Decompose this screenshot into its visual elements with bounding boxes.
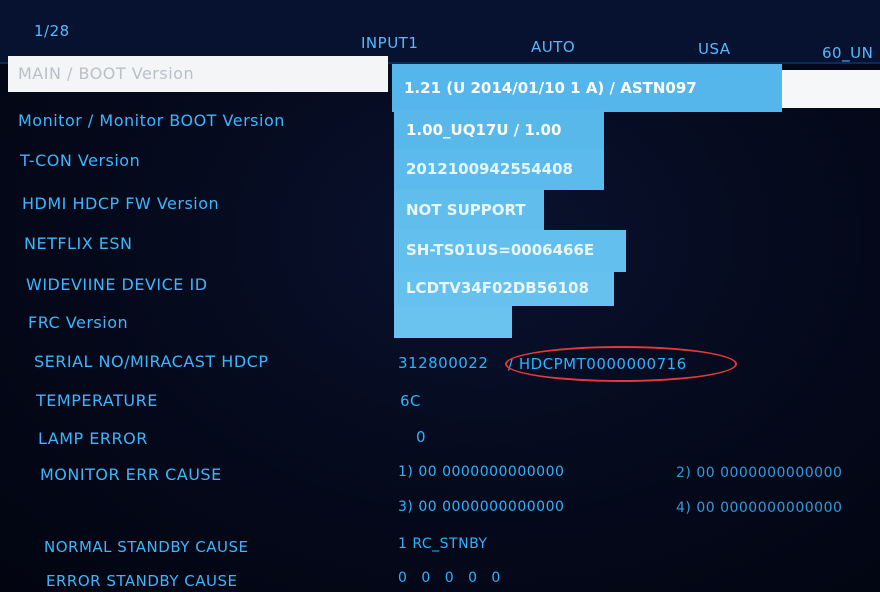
monitor-boot-value: 1.00_UQ17U / 1.00 [406, 121, 562, 139]
picture-mode: AUTO [531, 38, 576, 56]
service-menu-screen: 1/28 INPUT1 AUTO USA 60_UN MAIN / BOOT V… [0, 0, 880, 592]
page-indicator: 1/28 [34, 22, 70, 40]
temperature-label[interactable]: TEMPERATURE [36, 391, 158, 410]
widevine-value: LCDTV34F02DB56108 [406, 279, 589, 297]
selection-bar-right [782, 70, 880, 108]
lamp-error-value: 0 [416, 428, 427, 446]
hdcp-highlight-annotation [505, 346, 737, 382]
error-standby-label[interactable]: ERROR STANDBY CAUSE [46, 572, 238, 590]
normal-standby-label[interactable]: NORMAL STANDBY CAUSE [44, 538, 248, 556]
netflix-label[interactable]: NETFLIX ESN [24, 234, 132, 253]
monitor-boot-label[interactable]: Monitor / Monitor BOOT Version [18, 111, 285, 130]
main-boot-value: 1.21 (U 2014/01/10 1 A) / ASTN097 [404, 79, 697, 97]
tcon-label[interactable]: T-CON Version [20, 151, 140, 170]
monitor-err-label[interactable]: MONITOR ERR CAUSE [40, 465, 222, 484]
netflix-value: SH-TS01US=0006466E [406, 241, 595, 259]
monitor-err-1: 1) 00 0000000000000 [398, 464, 565, 480]
temperature-value: 6C [400, 392, 422, 410]
monitor-err-4: 4) 00 0000000000000 [676, 500, 843, 516]
model-name: 60_UN [822, 44, 874, 62]
main-boot-label: MAIN / BOOT Version [18, 64, 195, 83]
lamp-error-label[interactable]: LAMP ERROR [38, 429, 148, 448]
selected-row-main-boot[interactable]: MAIN / BOOT Version [8, 56, 388, 92]
status-header: 1/28 INPUT1 AUTO USA 60_UN [0, 0, 880, 64]
hdmi-hdcp-label[interactable]: HDMI HDCP FW Version [22, 194, 219, 213]
normal-standby-value: 1 RC_STNBY [398, 536, 488, 552]
frc-label[interactable]: FRC Version [28, 313, 128, 332]
monitor-err-3: 3) 00 0000000000000 [398, 499, 565, 515]
input-source: INPUT1 [361, 34, 419, 52]
tcon-value: 2012100942554408 [406, 160, 573, 178]
serial-number-value: 312800022 [398, 354, 489, 372]
frc-value-panel [394, 306, 512, 338]
region: USA [698, 40, 731, 58]
error-standby-value: 0 0 0 0 0 [398, 570, 506, 586]
hdmi-hdcp-value: NOT SUPPORT [406, 201, 526, 219]
widevine-label[interactable]: WIDEVIINE DEVICE ID [26, 275, 208, 294]
monitor-err-2: 2) 00 0000000000000 [676, 465, 843, 481]
serial-label[interactable]: SERIAL NO/MIRACAST HDCP [34, 352, 268, 371]
